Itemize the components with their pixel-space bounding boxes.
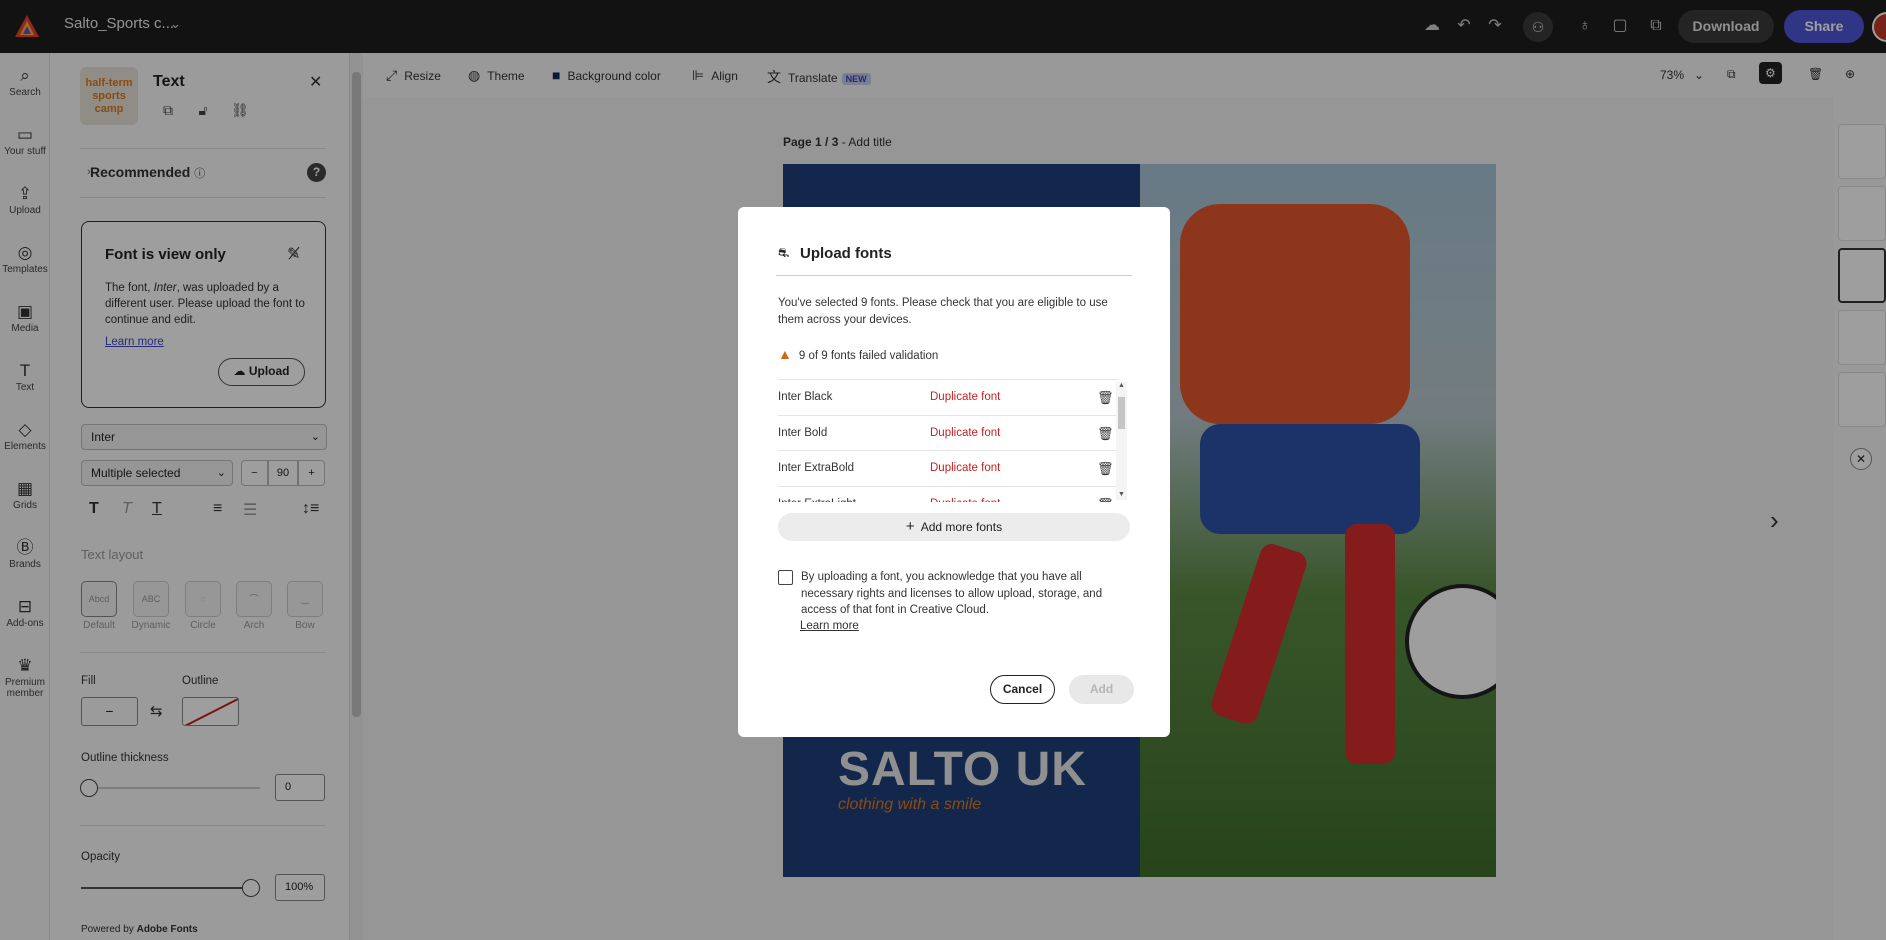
divider <box>776 275 1132 276</box>
list-item: Inter ExtraLightDuplicate font🗑︎ <box>778 487 1118 503</box>
learn-more-link[interactable]: Learn more <box>800 620 859 632</box>
scroll-up-icon[interactable]: ▲ <box>1118 382 1125 389</box>
list-item: Inter Black Duplicate font 🗑︎ <box>778 380 1118 416</box>
rights-acknowledgement: By uploading a font, you acknowledge tha… <box>801 571 1103 616</box>
scroll-down-icon[interactable]: ▼ <box>1118 491 1125 498</box>
dialog-title: Upload fonts <box>800 245 892 262</box>
list-item: Inter Bold Duplicate font 🗑︎ <box>778 416 1118 451</box>
list-item: Inter ExtraBold Duplicate font 🗑︎ <box>778 451 1118 487</box>
validation-warning: ▲ 9 of 9 fonts failed validation <box>778 346 939 362</box>
add-button[interactable]: Add <box>1069 675 1134 704</box>
trash-icon[interactable]: 🗑︎ <box>1097 487 1114 503</box>
fonts-icon: ⛐ <box>778 245 790 260</box>
trash-icon[interactable]: 🗑︎ <box>1097 416 1114 451</box>
warning-icon: ▲ <box>778 346 792 362</box>
upload-fonts-dialog: ⛐ Upload fonts You've selected 9 fonts. … <box>738 207 1170 737</box>
dialog-description: You've selected 9 fonts. Please check th… <box>778 297 1108 326</box>
font-list-scrollbar-thumb[interactable] <box>1118 397 1125 429</box>
font-list[interactable]: Inter Black Duplicate font 🗑︎ Inter Bold Du… <box>778 379 1118 502</box>
add-more-fonts-button[interactable]: + Add more fonts <box>778 513 1130 541</box>
trash-icon[interactable]: 🗑︎ <box>1097 451 1114 486</box>
cancel-button[interactable]: Cancel <box>990 675 1055 704</box>
plus-icon: + <box>905 518 915 535</box>
trash-icon[interactable]: 🗑︎ <box>1097 380 1114 415</box>
rights-checkbox[interactable] <box>778 570 793 585</box>
